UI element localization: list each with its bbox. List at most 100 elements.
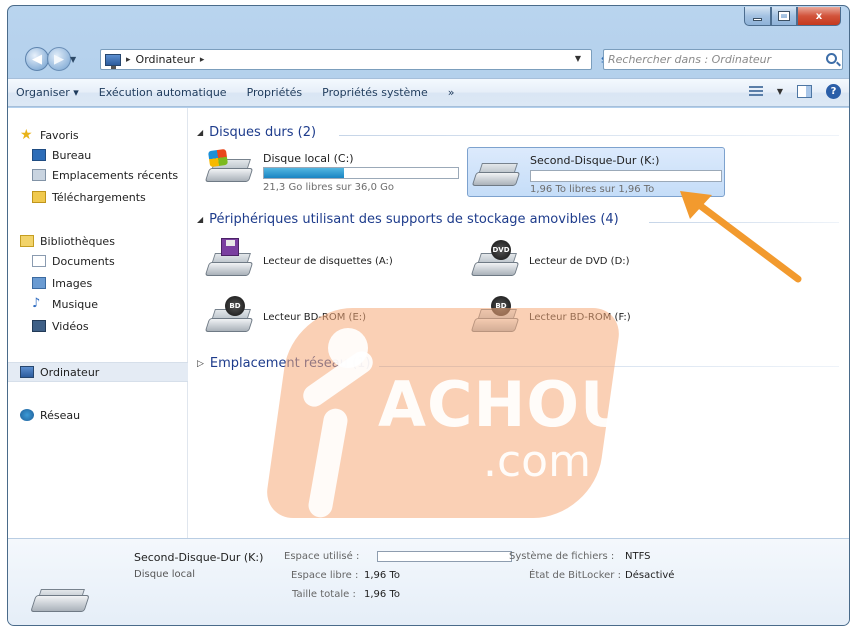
drive-usage-bar [263,167,459,179]
group-divider [379,366,839,367]
group-removable-storage[interactable]: ◢ Périphériques utilisant des supports de… [197,212,619,227]
minimize-icon [753,17,762,21]
address-bar[interactable]: ▸ Ordinateur ▸ ▼ [100,49,592,70]
sidebar-item-label: Ordinateur [40,365,100,379]
libraries-icon [20,235,34,247]
explorer-window: x ◀ ▶ ▼ ▸ Ordinateur ▸ ▼ ⇆ Rechercher da… [7,5,850,626]
network-icon [20,409,34,421]
dvd-drive-icon: DVD [470,240,520,276]
details-pane: Second-Disque-Dur (K:) Disque local Espa… [8,538,849,625]
group-network-location[interactable]: ▷ Emplacement réseau (1) [197,356,371,371]
drive-name: Lecteur BD-ROM (F:) [529,312,631,323]
more-commands-button[interactable]: » [448,86,455,99]
collapse-triangle-icon[interactable]: ◢ [197,128,203,137]
hard-drive-icon [471,160,521,186]
sidebar-item-images[interactable]: Images [32,274,208,292]
maximize-button[interactable] [771,7,797,26]
drive-name: Disque local (C:) [263,152,354,165]
forward-button[interactable]: ▶ [47,47,71,71]
bitlocker-label: État de BitLocker : [529,570,621,581]
file-system-value: NTFS [625,551,651,562]
sidebar-item-network[interactable]: Réseau [20,406,196,424]
system-properties-button[interactable]: Propriétés système [322,86,428,99]
drive-name: Lecteur BD-ROM (E:) [263,312,367,323]
recent-pages-dropdown[interactable]: ▼ [70,55,76,64]
videos-icon [32,320,46,332]
command-bar: Organiser ▾ Exécution automatique Propri… [8,78,849,107]
view-dropdown-icon[interactable]: ▼ [777,87,783,96]
group-divider [339,135,839,136]
maximize-icon [778,11,790,21]
sidebar-item-recent-places[interactable]: Emplacements récents [32,166,180,184]
content-area: ★ Favoris Bureau Emplacements récents Tél… [8,108,849,538]
organize-menu[interactable]: Organiser ▾ [16,86,79,99]
sidebar-item-videos[interactable]: Vidéos [32,317,208,335]
group-header-label: Disques durs (2) [209,125,317,140]
search-icon[interactable] [826,53,837,64]
windows-logo-icon [207,148,229,168]
drive-usage-bar [530,170,722,182]
change-view-icon[interactable] [748,85,763,98]
group-divider [649,222,839,223]
preview-pane-icon[interactable] [797,85,812,98]
drive-free-space: 21,3 Go libres sur 36,0 Go [263,182,394,193]
group-hard-disks[interactable]: ◢ Disques durs (2) [197,125,316,140]
sidebar-item-libraries[interactable]: Bibliothèques [20,232,196,250]
drive-usage-fill [264,168,344,178]
drive-d[interactable]: DVD Lecteur de DVD (D:) [467,240,707,284]
sidebar-item-music[interactable]: ♪ Musique [32,295,208,313]
drive-name: Lecteur de DVD (D:) [529,256,630,267]
drive-a[interactable]: Lecteur de disquettes (A:) [201,238,441,284]
help-icon[interactable]: ? [826,84,841,99]
bd-badge-icon: BD [491,296,511,316]
properties-button[interactable]: Propriétés [247,86,303,99]
navigation-row: ◀ ▶ ▼ ▸ Ordinateur ▸ ▼ ⇆ Rechercher dans… [8,42,849,72]
sidebar-item-desktop[interactable]: Bureau [32,146,208,164]
drive-c[interactable]: Disque local (C:) 21,3 Go libres sur 36,… [201,148,469,193]
breadcrumb-chevron-icon[interactable]: ▸ [200,55,205,65]
main-pane: ◢ Disques durs (2) Disque local (C:) 21,3… [189,108,849,538]
music-icon: ♪ [32,296,41,311]
drive-f[interactable]: BD Lecteur BD-ROM (F:) [467,296,707,340]
sidebar-item-computer[interactable]: Ordinateur [8,362,188,382]
images-icon [32,277,46,289]
sidebar-item-label: Réseau [40,408,81,422]
breadcrumb-computer[interactable]: Ordinateur [136,53,195,66]
details-drive-name: Second-Disque-Dur (K:) [134,551,264,564]
search-placeholder: Rechercher dans : Ordinateur [608,53,772,66]
hard-drive-icon [30,582,90,612]
drive-name: Second-Disque-Dur (K:) [530,154,660,167]
sidebar-item-label: Documents [52,254,115,268]
address-dropdown-icon[interactable]: ▼ [575,54,581,63]
breadcrumb-chevron-icon[interactable]: ▸ [126,55,131,65]
group-header-label: Périphériques utilisant des supports de … [209,212,619,227]
sidebar-item-label: Téléchargements [52,190,146,204]
sidebar-item-label: Musique [52,297,98,311]
sidebar-item-label: Bibliothèques [40,234,115,248]
drive-k[interactable]: Second-Disque-Dur (K:) 1,96 To libres su… [467,147,725,197]
sidebar-item-favorites[interactable]: ★ Favoris [20,126,196,144]
sidebar-item-documents[interactable]: Documents [32,252,208,270]
desktop-icon [32,149,46,161]
total-size-label: Taille totale : [292,589,356,600]
computer-icon [20,366,34,378]
details-drive-type: Disque local [134,569,196,580]
bd-badge-icon: BD [225,296,245,316]
sidebar-item-downloads[interactable]: Téléchargements [32,188,208,206]
minimize-button[interactable] [744,7,771,26]
group-header-label: Emplacement réseau (1) [209,356,371,371]
drive-e[interactable]: BD Lecteur BD-ROM (E:) [201,296,441,340]
close-button[interactable]: x [797,7,841,26]
sidebar-item-label: Images [52,276,93,290]
bitlocker-value: Désactivé [625,570,675,581]
sidebar-item-label: Bureau [52,148,92,162]
collapse-triangle-icon[interactable]: ◢ [197,215,203,224]
search-input[interactable]: Rechercher dans : Ordinateur [603,49,843,70]
recent-places-icon [32,169,46,181]
free-space-value: 1,96 To [364,570,400,581]
documents-icon [32,255,46,267]
autoplay-button[interactable]: Exécution automatique [99,86,227,99]
expand-triangle-icon[interactable]: ▷ [197,359,204,369]
downloads-folder-icon [32,191,46,203]
back-button[interactable]: ◀ [25,47,49,71]
